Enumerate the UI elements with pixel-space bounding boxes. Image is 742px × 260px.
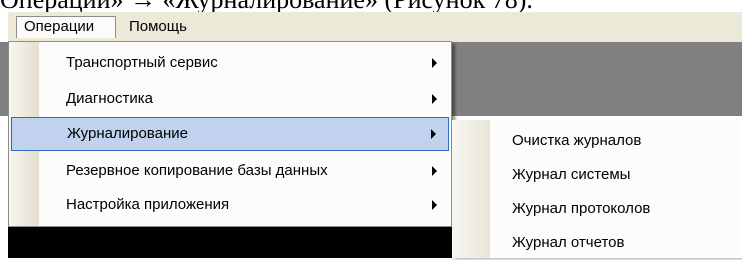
submenu-item-clear-logs[interactable]: Очистка журналов [512,124,641,158]
operations-dropdown-menu: Транспортный сервис Диагностика Журналир… [8,41,452,227]
menu-item-diagnostics[interactable]: Диагностика [11,82,449,116]
submenu-arrow-icon [432,94,437,104]
submenu-arrow-icon [432,166,437,176]
submenu-arrow-icon [432,58,437,68]
menu-item-label: Диагностика [66,90,153,107]
menu-item-app-settings[interactable]: Настройка приложения [11,188,449,222]
submenu-icon-gutter [452,120,490,258]
submenu-item-protocol-log[interactable]: Журнал протоколов [512,192,650,226]
submenu-arrow-icon [432,200,437,210]
menu-operations[interactable]: Операции [16,16,116,38]
menu-item-logging[interactable]: Журналирование [11,117,449,151]
menu-item-label: Транспортный сервис [66,54,218,71]
menu-help[interactable]: Помощь [122,16,194,38]
menu-item-database-backup[interactable]: Резервное копирование базы данных [11,154,449,188]
menu-item-label: Журналирование [67,125,188,142]
menu-item-label: Настройка приложения [66,196,230,213]
menu-item-label: Резервное копирование базы данных [66,162,328,179]
menu-item-transport-service[interactable]: Транспортный сервис [11,46,449,80]
logging-submenu: Очистка журналов Журнал системы Журнал п… [452,120,742,258]
submenu-arrow-icon [431,129,436,139]
menubar: Операции Помощь [8,12,742,43]
submenu-item-system-log[interactable]: Журнал системы [512,158,630,192]
submenu-item-report-log[interactable]: Журнал отчетов [512,226,624,260]
app-dark-panel [8,226,478,258]
